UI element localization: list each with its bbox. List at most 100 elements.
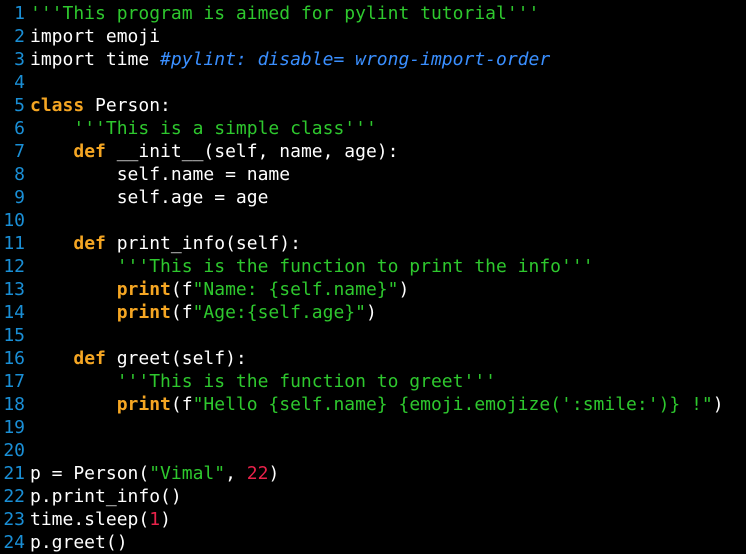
- code-text[interactable]: [25, 439, 30, 462]
- code-token-default: [30, 394, 117, 415]
- code-token-default: import time: [30, 49, 161, 70]
- code-token-default: ): [160, 509, 171, 530]
- code-token-default: p.print_info(): [30, 486, 182, 507]
- code-token-default: p = Person(: [30, 463, 150, 484]
- code-token-comment: #pylint: disable= wrong-import-order: [160, 49, 551, 70]
- code-token-string: "Vimal": [149, 463, 226, 484]
- code-line[interactable]: 16 def greet(self):: [0, 347, 746, 370]
- code-text[interactable]: print(f"Hello {self.name} {emoji.emojize…: [25, 393, 724, 416]
- code-text[interactable]: print(f"Name: {self.name}"): [25, 278, 410, 301]
- code-token-default: [30, 118, 73, 139]
- line-number: 16: [3, 348, 25, 369]
- code-line[interactable]: 1 '''This program is aimed for pylint tut…: [0, 2, 746, 25]
- code-token-default: Person:: [84, 95, 171, 116]
- line-number: 17: [3, 371, 25, 392]
- code-line[interactable]: 6 '''This is a simple class''': [0, 117, 746, 140]
- code-text[interactable]: class Person:: [25, 94, 171, 117]
- code-text[interactable]: '''This program is aimed for pylint tuto…: [25, 2, 539, 25]
- code-text[interactable]: [25, 71, 30, 94]
- code-line[interactable]: 4: [0, 71, 746, 94]
- code-token-string: '''This program is aimed for pylint tuto…: [30, 3, 540, 24]
- code-token-default: [30, 279, 117, 300]
- code-token-default: (f: [170, 279, 193, 300]
- code-text[interactable]: '''This is the function to print the inf…: [25, 255, 594, 278]
- code-token-number: 22: [246, 463, 269, 484]
- code-text[interactable]: import time #pylint: disable= wrong-impo…: [25, 48, 550, 71]
- line-number: 21: [3, 463, 25, 484]
- line-number: 18: [3, 394, 25, 415]
- code-line[interactable]: 9 self.age = age: [0, 186, 746, 209]
- code-line[interactable]: 7 def __init__(self, name, age):: [0, 140, 746, 163]
- code-token-keyword: print: [116, 302, 171, 323]
- code-token-keyword: def: [73, 348, 106, 369]
- code-token-keyword: def: [73, 141, 106, 162]
- line-number: 11: [3, 233, 25, 254]
- code-text[interactable]: self.name = name: [25, 163, 290, 186]
- code-line[interactable]: 19: [0, 416, 746, 439]
- code-text[interactable]: def print_info(self):: [25, 232, 301, 255]
- code-text[interactable]: [25, 209, 30, 232]
- code-text[interactable]: self.age = age: [25, 186, 269, 209]
- code-text[interactable]: '''This is the function to greet''': [25, 370, 496, 393]
- line-number: 22: [3, 486, 25, 507]
- code-line[interactable]: 14 print(f"Age:{self.age}"): [0, 301, 746, 324]
- code-text[interactable]: time.sleep(1): [25, 508, 171, 531]
- code-token-default: (f: [170, 394, 193, 415]
- code-line[interactable]: 24 p.greet(): [0, 531, 746, 554]
- code-text[interactable]: def greet(self):: [25, 347, 247, 370]
- line-number: 7: [14, 141, 25, 162]
- line-number: 13: [3, 279, 25, 300]
- code-token-default: [30, 348, 73, 369]
- line-number: 23: [3, 509, 25, 530]
- code-text[interactable]: import emoji: [25, 25, 160, 48]
- code-line[interactable]: 22 p.print_info(): [0, 485, 746, 508]
- code-token-default: self.name = name: [30, 164, 291, 185]
- code-token-string: '''This is the function to greet''': [116, 371, 496, 392]
- code-line[interactable]: 12 '''This is the function to print the …: [0, 255, 746, 278]
- code-line[interactable]: 2 import emoji: [0, 25, 746, 48]
- code-line[interactable]: 5 class Person:: [0, 94, 746, 117]
- code-text[interactable]: print(f"Age:{self.age}"): [25, 301, 377, 324]
- code-text[interactable]: p.print_info(): [25, 485, 182, 508]
- code-line[interactable]: 11 def print_info(self):: [0, 232, 746, 255]
- line-number: 12: [3, 256, 25, 277]
- code-token-default: greet(self):: [105, 348, 247, 369]
- line-number: 1: [14, 3, 25, 24]
- code-text[interactable]: '''This is a simple class''': [25, 117, 377, 140]
- code-line[interactable]: 23 time.sleep(1): [0, 508, 746, 531]
- code-line[interactable]: 15: [0, 324, 746, 347]
- code-line[interactable]: 10: [0, 209, 746, 232]
- code-token-default: time.sleep(: [30, 509, 150, 530]
- code-token-string: "Name: {self.name}": [192, 279, 399, 300]
- line-number: 8: [14, 164, 25, 185]
- code-token-default: print_info(self):: [105, 233, 301, 254]
- line-number: 24: [3, 532, 25, 553]
- code-line[interactable]: 17 '''This is the function to greet''': [0, 370, 746, 393]
- code-line[interactable]: 20: [0, 439, 746, 462]
- code-token-string: "Hello {self.name} {emoji.emojize(':smil…: [192, 394, 713, 415]
- code-editor[interactable]: 1 '''This program is aimed for pylint tut…: [0, 0, 746, 554]
- code-token-default: ,: [225, 463, 247, 484]
- code-token-default: [30, 371, 117, 392]
- code-line[interactable]: 18 print(f"Hello {self.name} {emoji.emoj…: [0, 393, 746, 416]
- code-text[interactable]: p.greet(): [25, 531, 128, 554]
- code-text[interactable]: [25, 416, 30, 439]
- code-text[interactable]: p = Person("Vimal", 22): [25, 462, 279, 485]
- code-token-number: 1: [149, 509, 161, 530]
- code-token-default: ): [365, 302, 377, 323]
- code-token-default: ): [712, 394, 724, 415]
- code-line[interactable]: 21 p = Person("Vimal", 22): [0, 462, 746, 485]
- code-token-default: [30, 302, 117, 323]
- code-text[interactable]: def __init__(self, name, age):: [25, 140, 398, 163]
- code-token-default: ): [398, 279, 410, 300]
- code-line[interactable]: 3 import time #pylint: disable= wrong-imp…: [0, 48, 746, 71]
- code-text[interactable]: [25, 324, 30, 347]
- code-token-default: p.greet(): [30, 532, 128, 553]
- code-line[interactable]: 13 print(f"Name: {self.name}"): [0, 278, 746, 301]
- code-token-default: (f: [170, 302, 193, 323]
- code-line[interactable]: 8 self.name = name: [0, 163, 746, 186]
- code-token-string: "Age:{self.age}": [192, 302, 366, 323]
- code-token-keyword: class: [30, 95, 85, 116]
- code-token-string: '''This is a simple class''': [73, 118, 377, 139]
- line-number: 9: [14, 187, 25, 208]
